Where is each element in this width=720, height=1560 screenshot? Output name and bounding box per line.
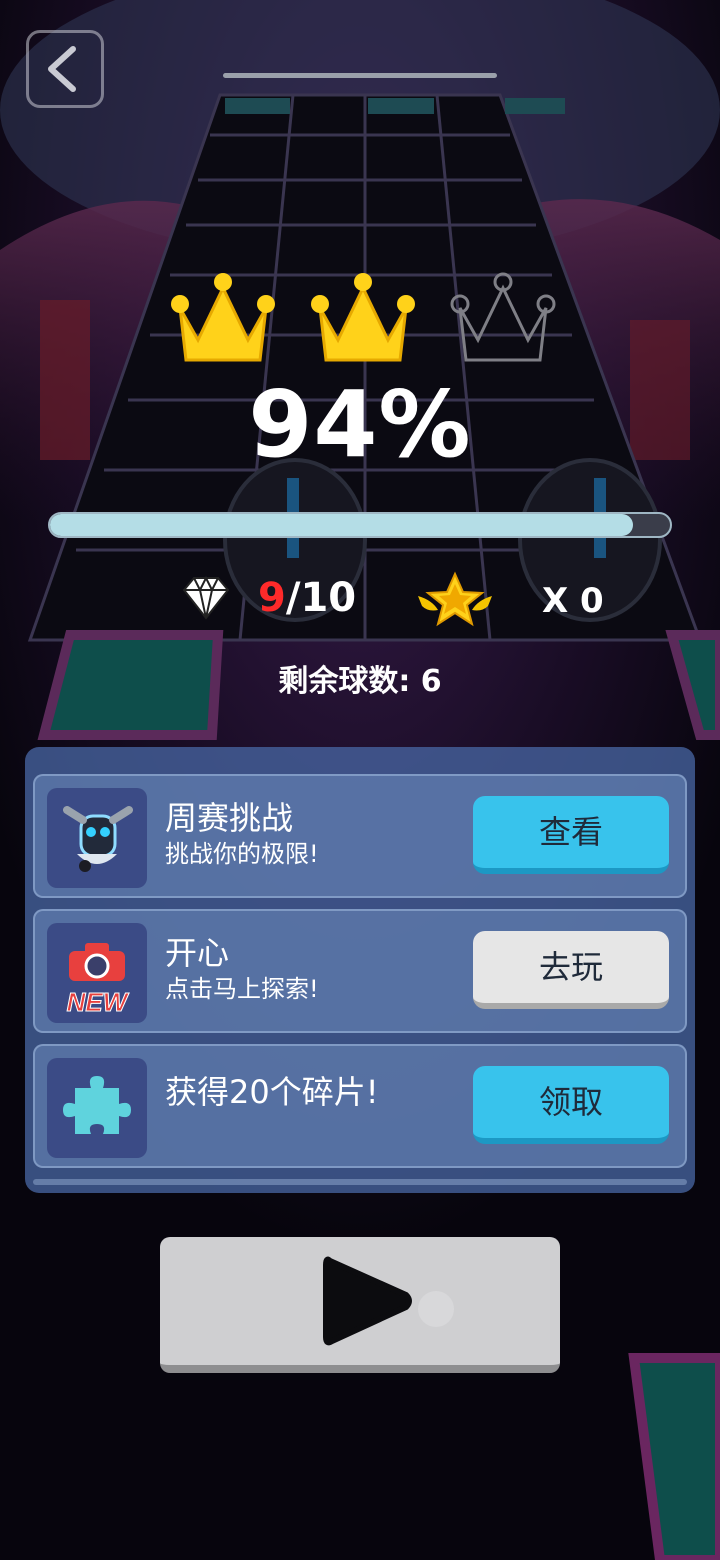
balls-remaining: 剩余球数: 6 (278, 664, 442, 699)
diamond-icon (182, 575, 230, 620)
go-play-button[interactable]: 去玩 (473, 931, 669, 1009)
robot-icon (47, 788, 147, 888)
crown-icon-empty (450, 272, 556, 362)
gems-total: /10 (285, 575, 357, 621)
play-icon (323, 1256, 454, 1346)
task-subtitle: 挑战你的极限! (165, 840, 319, 868)
view-button[interactable]: 查看 (473, 796, 669, 874)
new-badge: NEW (67, 987, 130, 1017)
task-title: 周赛挑战 (165, 799, 294, 837)
winged-star-icon (418, 571, 492, 627)
task-title: 获得20个碎片! (165, 1073, 379, 1111)
task-title: 开心 (165, 934, 230, 972)
star-counter: X 0 (542, 581, 604, 621)
crown-rating (160, 268, 560, 372)
task-row-happy: NEW 开心 点击马上探索! 去玩 (33, 909, 687, 1033)
panel-divider (33, 1179, 687, 1185)
gem-counter: 9/10 (258, 570, 356, 626)
crown-icon-filled (311, 273, 415, 362)
crown-icon-filled (171, 273, 275, 362)
progress-fill (50, 514, 633, 536)
gems-collected: 9 (258, 575, 286, 621)
task-row-weekly-challenge: 周赛挑战 挑战你的极限! 查看 (33, 774, 687, 898)
play-button[interactable] (160, 1237, 560, 1373)
task-row-fragments: 获得20个碎片! 领取 (33, 1044, 687, 1168)
puzzle-piece-icon (47, 1058, 147, 1158)
chevron-left-icon (48, 46, 76, 92)
drag-handle (223, 73, 497, 78)
claim-button[interactable]: 领取 (473, 1066, 669, 1144)
back-button[interactable] (26, 30, 104, 108)
task-panel: 周赛挑战 挑战你的极限! 查看 NEW 开心 点击马上探索! 去玩 获得20个碎… (25, 747, 695, 1193)
completion-percent: 94% (248, 371, 472, 478)
task-subtitle: 点击马上探索! (165, 975, 319, 1003)
new-camera-icon: NEW (47, 923, 147, 1023)
collection-stats: 9/10 X 0 (0, 566, 720, 630)
level-progress-bar (48, 512, 672, 538)
